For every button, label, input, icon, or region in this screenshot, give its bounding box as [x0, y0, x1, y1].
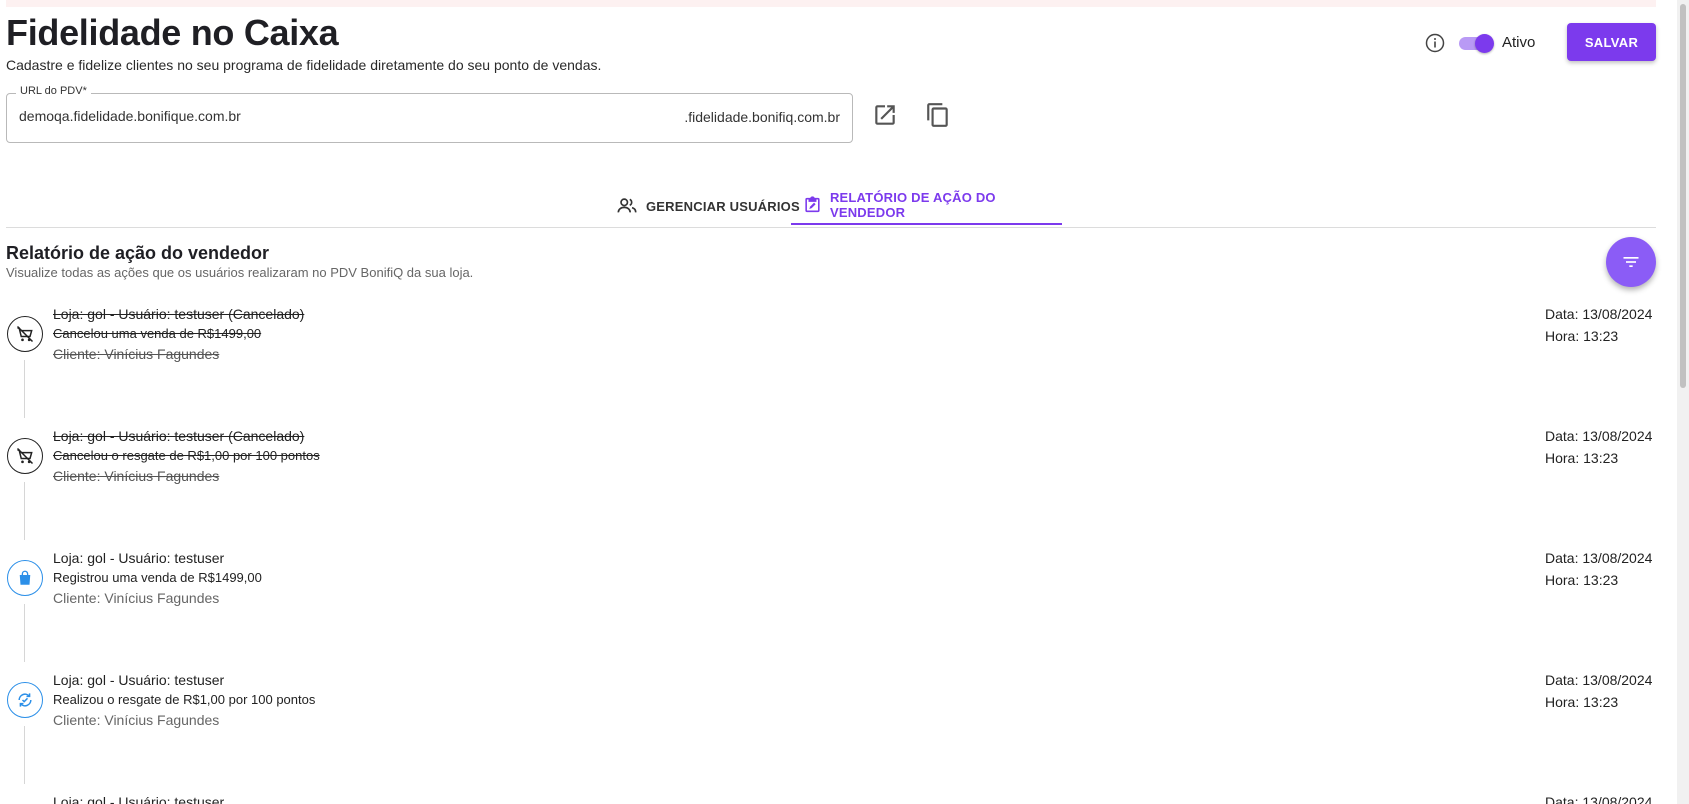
page-scrollbar[interactable] — [1677, 0, 1689, 804]
entry-date: Data: 13/08/2024 — [1545, 672, 1653, 688]
cart-off-icon — [16, 325, 34, 343]
toggle-label: Ativo — [1502, 34, 1536, 51]
url-suffix: .fidelidade.bonifiq.com.br — [684, 109, 840, 125]
entry-date: Data: 13/08/2024 — [1545, 550, 1653, 566]
report-title: Relatório de ação do vendedor — [6, 243, 270, 263]
redeem-check-icon — [18, 693, 32, 707]
url-pdv-field[interactable]: .fidelidade.bonifiq.com.br — [6, 93, 853, 143]
url-pdv-label: URL do PDV* — [16, 85, 91, 97]
tab-seller-report[interactable]: RELATÓRIO DE AÇÃO DO VENDEDOR — [791, 187, 1062, 225]
entry-store-user: Loja: gol - Usuário: testuser — [53, 672, 225, 688]
toggle-thumb — [1475, 34, 1494, 53]
entry-time: Hora: 13:23 — [1545, 450, 1619, 466]
entry-icon-badge — [7, 438, 43, 474]
timeline-connector — [24, 360, 25, 418]
entry-time: Hora: 13:23 — [1545, 328, 1619, 344]
entry-time: Hora: 13:23 — [1545, 572, 1619, 588]
entry-action: Cancelou uma venda de R$1499,00 — [53, 326, 262, 341]
filter-button[interactable] — [1606, 237, 1656, 287]
entry-store-user: Loja: gol - Usuário: testuser (Cancelado… — [53, 428, 305, 444]
entry-customer: Cliente: Vinícius Fagundes — [53, 590, 220, 606]
entry-icon-badge — [7, 316, 43, 352]
cart-off-icon — [16, 447, 34, 465]
entry-action: Registrou uma venda de R$1499,00 — [53, 570, 262, 585]
info-icon[interactable] — [1425, 33, 1445, 53]
entry-customer: Cliente: Vinícius Fagundes — [53, 346, 220, 362]
users-icon — [617, 198, 637, 213]
filter-icon — [1623, 257, 1639, 267]
entry-action: Cancelou o resgate de R$1,00 por 100 pon… — [53, 448, 320, 463]
timeline-entry: Loja: gol - Usuário: testuser (Cancelado… — [0, 422, 1660, 544]
entry-icon-badge — [7, 560, 43, 596]
entry-store-user: Loja: gol - Usuário: testuser — [53, 550, 225, 566]
timeline-entry: Loja: gol - Usuário: testuser Realizou o… — [0, 666, 1660, 788]
entry-date: Data: 13/08/2024 — [1545, 306, 1653, 322]
tab-manage-users-label: GERENCIAR USUÁRIOS — [646, 198, 800, 214]
tabs-bar: GERENCIAR USUÁRIOS RELATÓRIO DE AÇÃO DO … — [6, 187, 1656, 228]
active-toggle[interactable] — [1459, 34, 1494, 53]
copy-icon[interactable] — [925, 102, 951, 128]
page-title: Fidelidade no Caixa — [6, 12, 339, 53]
page-subtitle: Cadastre e fidelize clientes no seu prog… — [6, 57, 602, 73]
entry-customer: Cliente: Vinícius Fagundes — [53, 712, 220, 728]
clipboard-edit-icon — [805, 196, 820, 213]
url-pdv-input[interactable] — [19, 108, 579, 124]
open-in-new-icon[interactable] — [872, 102, 898, 128]
entry-date: Data: 13/08/2024 — [1545, 428, 1653, 444]
entry-icon-badge — [7, 682, 43, 718]
timeline-connector — [24, 482, 25, 540]
timeline-entry: Loja: gol - Usuário: testuser Registrou … — [0, 544, 1660, 666]
entry-date: Data: 13/08/2024 — [1545, 794, 1653, 804]
timeline-connector — [24, 604, 25, 662]
entry-customer: Cliente: Vinícius Fagundes — [53, 468, 220, 484]
save-button[interactable]: SALVAR — [1567, 23, 1656, 61]
tab-manage-users[interactable]: GERENCIAR USUÁRIOS — [616, 187, 800, 225]
entry-store-user: Loja: gol - Usuário: testuser — [53, 794, 225, 804]
report-subtitle: Visualize todas as ações que os usuários… — [6, 265, 474, 280]
tab-seller-report-label: RELATÓRIO DE AÇÃO DO VENDEDOR — [829, 190, 996, 220]
timeline-connector — [24, 726, 25, 784]
top-alert-strip — [6, 0, 1656, 7]
entry-action: Realizou o resgate de R$1,00 por 100 pon… — [53, 692, 316, 707]
shopping-bag-icon — [19, 570, 31, 585]
timeline-entry: Loja: gol - Usuário: testuser (Cancelado… — [0, 300, 1660, 422]
scrollbar-thumb[interactable] — [1680, 4, 1686, 388]
entry-time: Hora: 13:23 — [1545, 694, 1619, 710]
timeline-entry: Loja: gol - Usuário: testuser Data: 13/0… — [0, 788, 1660, 804]
entry-store-user: Loja: gol - Usuário: testuser (Cancelado… — [53, 306, 305, 322]
